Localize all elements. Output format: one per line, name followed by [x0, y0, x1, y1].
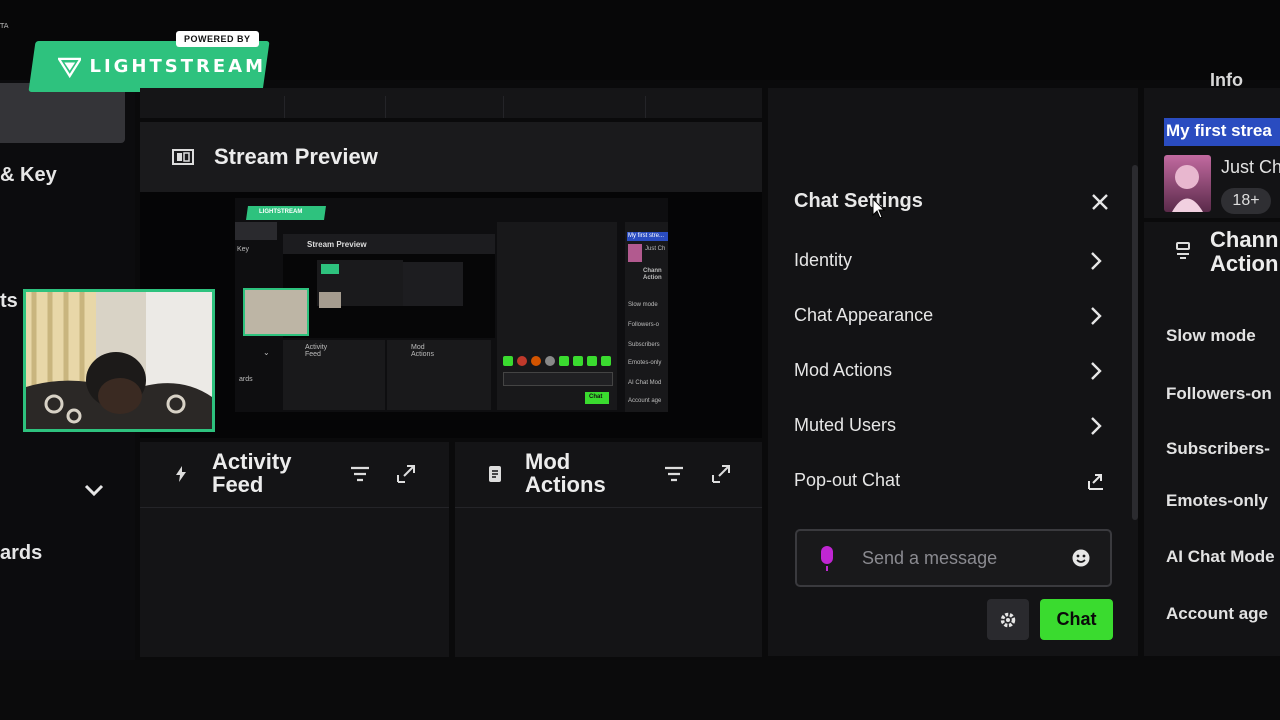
thumb-key-label: Key — [237, 246, 250, 253]
popout-icon[interactable] — [396, 464, 416, 484]
thumb-side-text: ards — [239, 376, 253, 383]
channel-action-slow-mode[interactable]: Slow mode — [1166, 326, 1256, 346]
filter-icon[interactable] — [664, 466, 684, 482]
channel-action-subscribers-only[interactable]: Subscribers- — [1166, 439, 1270, 459]
document-icon — [489, 466, 501, 482]
thumb-row: Subscribers — [628, 342, 660, 348]
chevron-right-icon — [1091, 362, 1102, 380]
age-rating-badge: 18+ — [1221, 188, 1271, 214]
thumb-category: Just Ch — [645, 246, 666, 252]
menu-item-label: Identity — [794, 250, 853, 270]
channel-actions-icon — [1176, 242, 1190, 259]
thumb-preview-title: Stream Preview — [307, 240, 367, 249]
microphone-icon[interactable] — [818, 544, 836, 572]
preview-icon — [172, 149, 194, 165]
sidebar-item-key[interactable]: & Key — [0, 164, 57, 187]
sidebar-active-item[interactable] — [0, 83, 125, 143]
chat-send-button[interactable]: Chat — [1040, 599, 1113, 640]
activity-feed-header: Activity Feed — [140, 442, 449, 508]
brand-name: LIGHTSTREAM — [89, 56, 266, 77]
stream-preview-title: Stream Preview — [214, 144, 378, 169]
mod-actions-panel: Mod Actions — [455, 442, 762, 657]
activity-feed-panel: Activity Feed — [140, 442, 449, 657]
menu-item-mod-actions[interactable]: Mod Actions — [780, 348, 1120, 394]
thumb-row: Followers-o — [628, 322, 660, 328]
close-icon[interactable] — [1090, 192, 1110, 212]
menu-item-popout-chat[interactable]: Pop-out Chat — [780, 458, 1120, 504]
popout-icon[interactable] — [711, 464, 731, 484]
chevron-right-icon — [1091, 417, 1102, 435]
lightstream-logo-icon — [58, 57, 82, 78]
thumb-row: Account age — [628, 398, 662, 404]
menu-item-label: Muted Users — [794, 415, 897, 435]
preview-thumbnail: LIGHTSTREAM Key Stream Preview ⌄ Activit… — [235, 198, 668, 412]
channel-actions-title: Chann Action — [1210, 227, 1279, 276]
stream-info-title: Info — [1210, 70, 1243, 90]
chevron-right-icon — [1091, 307, 1102, 325]
thumb-chevron: ⌄ — [263, 348, 270, 357]
panel-top-strip — [140, 88, 762, 118]
stream-title[interactable]: My first strea — [1164, 118, 1280, 146]
powered-by-label: POWERED BY — [176, 31, 259, 47]
thumb-row: AI Chat Mod — [628, 380, 662, 386]
message-placeholder: Send a message — [862, 548, 998, 568]
webcam-overlay[interactable] — [23, 289, 215, 432]
menu-item-label: Mod Actions — [794, 360, 893, 380]
mouse-cursor-icon — [872, 198, 886, 219]
chevron-down-icon[interactable] — [82, 480, 106, 500]
chat-settings-title: Chat Settings — [794, 190, 923, 212]
menu-item-chat-appearance[interactable]: Chat Appearance — [780, 293, 1120, 339]
chevron-right-icon — [1091, 252, 1102, 270]
thumb-brand: LIGHTSTREAM — [259, 209, 303, 215]
mod-actions-title: Mod Actions — [525, 449, 606, 497]
channel-action-ai-chat-mode[interactable]: AI Chat Mode — [1166, 547, 1275, 567]
thumb-row: Emotes-only — [628, 360, 662, 366]
activity-feed-title: Activity Feed — [212, 449, 292, 497]
channel-action-emotes-only[interactable]: Emotes-only — [1166, 491, 1268, 511]
top-edge-text: TA — [0, 22, 9, 30]
menu-item-identity[interactable]: Identity — [780, 238, 1120, 284]
category-avatar — [1164, 155, 1211, 212]
category-image — [1172, 165, 1203, 212]
thumb-stream-title: My first stre... — [628, 233, 664, 239]
menu-item-label: Chat Appearance — [794, 305, 934, 325]
channel-action-followers-only[interactable]: Followers-on — [1166, 384, 1272, 404]
mod-actions-header: Mod Actions — [455, 442, 762, 508]
thumb-row: Slow mode — [628, 302, 658, 308]
thumb-activity-feed: Activity Feed — [305, 344, 328, 358]
bottom-bar — [0, 660, 1280, 720]
thumb-chat-button: Chat — [589, 394, 603, 400]
chat-settings-button[interactable] — [987, 599, 1029, 640]
filter-icon[interactable] — [350, 466, 370, 482]
external-link-icon — [1088, 474, 1103, 490]
webcam-feed-image — [26, 292, 212, 429]
gear-icon — [1000, 612, 1016, 627]
lightning-icon — [176, 466, 186, 482]
emoji-icon[interactable] — [1071, 548, 1091, 568]
chat-scrollbar[interactable] — [1132, 165, 1138, 520]
menu-item-muted-users[interactable]: Muted Users — [780, 403, 1120, 449]
sidebar-item-ts[interactable]: ts — [0, 290, 18, 313]
brand-badge-content: LIGHTSTREAM — [32, 41, 266, 92]
menu-item-label: Pop-out Chat — [794, 470, 901, 490]
thumb-channel-actions: Chann Action — [643, 268, 662, 281]
thumb-mod-actions: Mod Actions — [411, 344, 434, 358]
stream-category: Just Ch — [1221, 157, 1280, 177]
sidebar-item-ards[interactable]: ards — [0, 542, 42, 565]
channel-action-account-age[interactable]: Account age — [1166, 604, 1268, 624]
